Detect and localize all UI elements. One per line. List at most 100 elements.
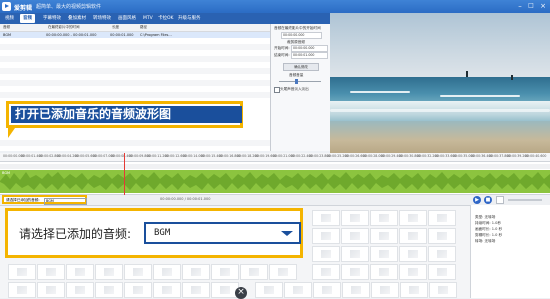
clip-tile[interactable] <box>341 264 369 280</box>
preview-surfer <box>511 75 513 80</box>
clip-tile[interactable] <box>211 264 239 280</box>
clip-tile[interactable] <box>399 246 427 262</box>
ruler-tick: 00:00:40.600 <box>525 154 547 158</box>
select-audio-value: BGM <box>154 228 171 238</box>
menu-tab-style[interactable]: 画面风格 <box>115 14 139 23</box>
video-track[interactable] <box>0 164 550 169</box>
menu-tab-audio[interactable]: 音频 <box>20 14 35 23</box>
clip-tile[interactable] <box>240 264 268 280</box>
clip-tile[interactable] <box>182 282 210 298</box>
clip-tile[interactable] <box>370 246 398 262</box>
start-in-movie-input[interactable]: 00:00:00.000 <box>281 32 322 39</box>
clip-tile[interactable] <box>66 264 94 280</box>
clip-tile[interactable] <box>269 264 297 280</box>
clip-tile[interactable] <box>153 264 181 280</box>
clip-tile[interactable] <box>428 210 456 226</box>
clip-tile[interactable] <box>342 282 370 298</box>
clip-tile[interactable] <box>95 264 123 280</box>
clip-tile[interactable] <box>370 210 398 226</box>
clip-tile[interactable] <box>370 264 398 280</box>
clip-tile[interactable] <box>312 264 340 280</box>
clip-tile[interactable] <box>341 210 369 226</box>
clip-tile[interactable] <box>341 246 369 262</box>
audio-settings-panel: 音频在最终影片中的开始时间 00:00:00.000 裁剪原音频 开始时间: 0… <box>271 24 330 151</box>
close-window-button[interactable]: × <box>538 1 548 11</box>
main-menu: 视频 音频 字幕特效 叠加素材 转场特效 画面风格 MTV 卡拉OK 升级与服务 <box>0 13 330 24</box>
confirm-button[interactable]: 确认修改 <box>283 63 319 71</box>
menu-tab-video[interactable]: 视频 <box>2 14 17 23</box>
clip-tile[interactable] <box>8 264 36 280</box>
minimize-button[interactable]: – <box>515 1 525 11</box>
audio-waveform-track[interactable]: BGM <box>0 170 550 193</box>
clip-tile[interactable] <box>37 264 65 280</box>
timeline-playhead[interactable] <box>124 153 125 195</box>
clip-tile[interactable] <box>428 246 456 262</box>
start-time-input[interactable]: 00:00:00.000 <box>291 45 328 52</box>
clip-tile[interactable] <box>399 228 427 244</box>
video-preview <box>330 13 550 156</box>
clip-tile[interactable] <box>95 282 123 298</box>
settings-icon[interactable] <box>496 196 504 204</box>
app-logo-icon <box>2 2 11 11</box>
menu-tab-transition[interactable]: 转场特效 <box>90 14 114 23</box>
clip-tile[interactable] <box>124 264 152 280</box>
bgm-select-small-label: 请选择已添加的音频: <box>6 198 40 202</box>
clip-tile[interactable] <box>400 282 428 298</box>
select-audio-callout: 请选择已添加的音频: BGM <box>5 208 303 258</box>
clip-tile[interactable] <box>182 264 210 280</box>
clip-tile[interactable] <box>428 264 456 280</box>
properties-panel: 类型: 无转场 持续时间: 1.0秒 画面时长: 1.0 秒 剪辑时长: 1.0… <box>470 205 550 298</box>
menu-tab-subtitle[interactable]: 字幕特效 <box>40 14 64 23</box>
clip-tile[interactable] <box>312 246 340 262</box>
zoom-slider-track[interactable] <box>508 199 542 201</box>
audio-list-header: 音频 在最终影片中的时间 长度 路径 <box>0 24 270 32</box>
clip-tile[interactable] <box>399 264 427 280</box>
list-stripe <box>0 56 270 62</box>
menu-tab-overlay[interactable]: 叠加素材 <box>65 14 89 23</box>
maximize-button[interactable]: □ <box>526 1 536 11</box>
end-time-label: 结束时间: <box>274 53 290 57</box>
clip-tile[interactable] <box>341 228 369 244</box>
waveform-shape <box>0 172 550 190</box>
menu-tab-upgrade[interactable]: 升级与服务 <box>175 14 204 23</box>
bgm-select-small[interactable]: 请选择已添加的音频: BGM <box>2 195 87 205</box>
stop-icon[interactable]: ■ <box>484 196 492 204</box>
audio-time: 00:00:00.000 - 00:00:01.000 <box>46 33 97 37</box>
col-header-audio: 音频 <box>3 25 10 29</box>
play-icon[interactable]: ▶ <box>473 196 481 204</box>
bgm-select-small-value[interactable]: BGM <box>44 198 87 205</box>
time-readout: 00:00:00.000 / 00:00:01.000 <box>160 197 211 201</box>
volume-slider-track[interactable] <box>279 81 321 82</box>
clip-tile[interactable] <box>312 210 340 226</box>
audio-list-row[interactable]: BGM 00:00:00.000 - 00:00:01.000 00:00:01… <box>0 32 270 38</box>
clip-tile[interactable] <box>370 228 398 244</box>
close-icon[interactable]: × <box>235 287 247 299</box>
chevron-down-icon <box>281 231 293 236</box>
clip-tile[interactable] <box>399 210 427 226</box>
menu-tab-karaoke[interactable]: 卡拉OK <box>155 14 177 23</box>
clip-tile[interactable] <box>124 282 152 298</box>
clip-tile[interactable] <box>371 282 399 298</box>
clip-tile[interactable] <box>8 282 36 298</box>
clip-tile[interactable] <box>312 228 340 244</box>
end-time-input[interactable]: 00:00:01.000 <box>291 52 328 59</box>
clip-tile[interactable] <box>429 282 457 298</box>
select-audio-dropdown[interactable]: BGM <box>144 222 301 244</box>
clip-tile[interactable] <box>37 282 65 298</box>
preview-sky <box>330 13 550 81</box>
clip-tile[interactable] <box>284 282 312 298</box>
waveform-callout: 打开已添加音乐的音频波形图 <box>6 101 243 128</box>
property-item: 剪辑时长: 1.0 秒 <box>475 233 503 237</box>
audio-path: C:\Program Files... <box>140 33 172 37</box>
menu-tab-mtv[interactable]: MTV <box>140 14 156 23</box>
volume-slider-handle[interactable] <box>295 79 298 84</box>
volume-section-label: 音频音量 <box>289 73 304 77</box>
clip-tile[interactable] <box>313 282 341 298</box>
clip-tile[interactable] <box>255 282 283 298</box>
property-item: 类型: 无转场 <box>475 215 496 219</box>
preview-surfer <box>466 71 468 77</box>
clip-tile[interactable] <box>428 228 456 244</box>
clip-tile[interactable] <box>66 282 94 298</box>
clip-tile[interactable] <box>153 282 181 298</box>
select-audio-label: 请选择已添加的音频: <box>19 227 132 241</box>
